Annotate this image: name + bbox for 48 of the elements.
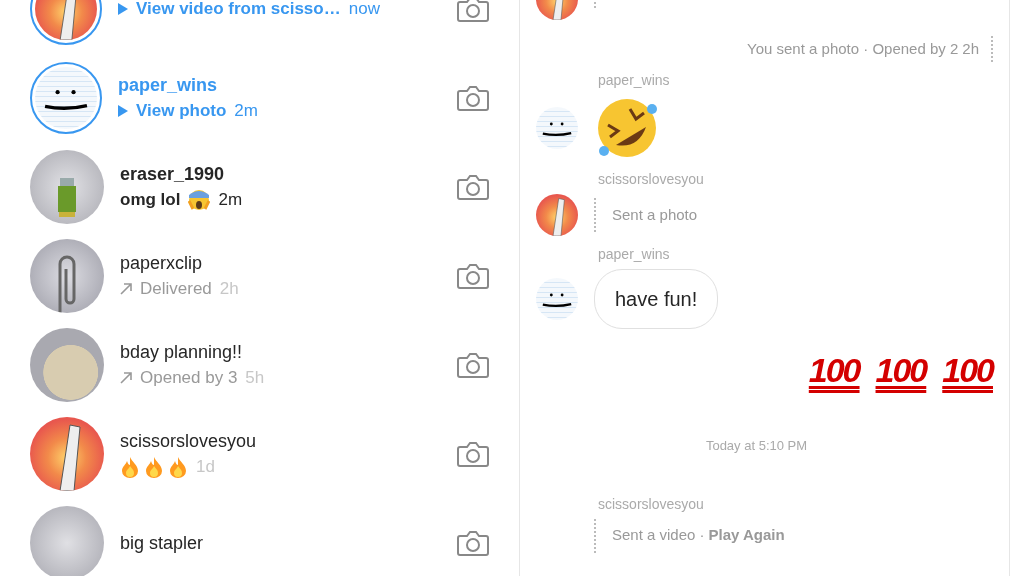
message-text: Sent a photo — [612, 204, 698, 225]
sender-name: scissorslovesyou — [598, 170, 705, 189]
camera-icon[interactable] — [457, 261, 489, 290]
sender-name: paper_wins — [598, 245, 671, 264]
message-text: Sent a video · — [612, 525, 705, 546]
hundred-points-emoji: 100 — [942, 350, 993, 391]
hundred-points-emoji: 100 — [875, 350, 927, 391]
avatar-picture — [536, 194, 578, 236]
thread-name[interactable]: big stapler — [120, 529, 441, 556]
timestamp: 2m — [218, 188, 243, 211]
camera-icon[interactable] — [457, 0, 489, 23]
message-preview: omg lol — [120, 188, 181, 211]
play-icon — [118, 104, 128, 117]
timestamp: now — [348, 0, 380, 20]
camera-icon[interactable] — [457, 350, 489, 379]
camera-icon[interactable] — [457, 439, 489, 468]
message-preview: View video from scisso… — [136, 0, 341, 20]
sender-name: paper_wins — [598, 71, 671, 90]
screaming-face-icon — [188, 188, 211, 211]
sent-arrow-icon — [120, 371, 132, 384]
fire-icon — [144, 455, 164, 478]
sender-name: scissorslovesyou — [598, 494, 705, 514]
message-preview: Delivered — [140, 277, 212, 300]
camera-icon[interactable] — [457, 172, 489, 201]
fire-icon — [120, 455, 140, 478]
timestamp: 5h — [245, 366, 265, 389]
avatar-picture — [536, 107, 578, 149]
timestamp: 2m — [234, 99, 258, 122]
play-icon — [118, 2, 128, 15]
thread-name[interactable]: bday planning!! — [120, 338, 441, 365]
date-separator: Today at 5:10 PM — [704, 437, 809, 455]
camera-icon[interactable] — [457, 83, 489, 112]
avatar-picture — [536, 278, 578, 320]
message-preview: View photo — [136, 99, 227, 122]
timestamp: 1d — [196, 455, 215, 478]
thread-name[interactable]: eraser_1990 — [120, 160, 441, 187]
timestamp: 2h — [219, 277, 239, 300]
sent-arrow-icon — [120, 282, 132, 295]
thread-name[interactable]: paperxclip — [120, 249, 441, 276]
avatar-picture — [35, 66, 97, 129]
fire-icon — [168, 455, 188, 478]
message-preview: Opened by 3 — [140, 366, 238, 389]
timestamp: 2h — [962, 38, 979, 59]
hundred-points-emoji: 100 — [808, 350, 860, 391]
camera-icon[interactable] — [457, 528, 489, 557]
message-bubble: have fun! — [594, 269, 719, 329]
message-status: You sent a photo · Opened by 2 — [747, 38, 959, 59]
thread-name[interactable]: scissorslovesyou — [120, 427, 441, 454]
